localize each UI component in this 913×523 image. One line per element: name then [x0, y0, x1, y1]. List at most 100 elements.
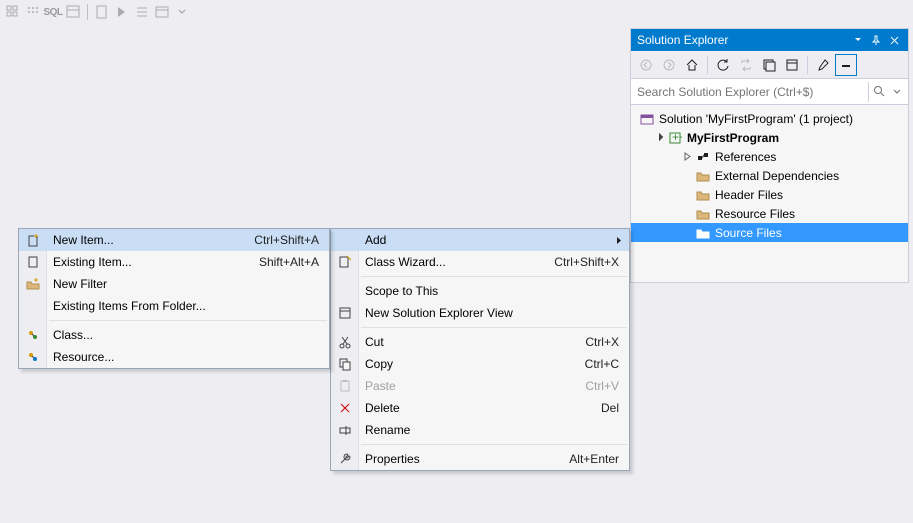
properties-icon[interactable] — [812, 54, 834, 76]
pin-icon[interactable] — [868, 32, 884, 48]
context-menu-main: Add Class Wizard... Ctrl+Shift+X Scope t… — [330, 228, 630, 471]
back-icon[interactable] — [635, 54, 657, 76]
menu-shortcut: Ctrl+X — [585, 335, 619, 349]
menu-label: New Filter — [53, 277, 319, 291]
menu-separator — [361, 327, 627, 328]
menu-shortcut: Ctrl+Shift+X — [554, 255, 619, 269]
tree-label: Source Files — [715, 226, 782, 240]
panel-toolbar — [631, 51, 908, 79]
menu-scope[interactable]: Scope to This — [331, 280, 629, 302]
menu-label: Existing Item... — [53, 255, 239, 269]
menu-label: Cut — [365, 335, 565, 349]
search-input[interactable] — [635, 82, 868, 102]
tree-label: MyFirstProgram — [687, 131, 779, 145]
menu-shortcut: Del — [601, 401, 619, 415]
menu-existing-item[interactable]: Existing Item... Shift+Alt+A — [19, 251, 329, 273]
menu-delete[interactable]: Delete Del — [331, 397, 629, 419]
menu-label: New Item... — [53, 233, 234, 247]
table-icon[interactable] — [64, 3, 82, 21]
context-menu-add: New Item... Ctrl+Shift+A Existing Item..… — [18, 228, 330, 369]
panel-header[interactable]: Solution Explorer — [631, 29, 908, 51]
menu-shortcut: Ctrl+V — [585, 379, 619, 393]
menu-shortcut: Shift+Alt+A — [259, 255, 319, 269]
menu-separator — [49, 320, 327, 321]
panel-search — [631, 79, 908, 105]
references-icon — [695, 149, 711, 165]
grid-icon[interactable] — [4, 3, 22, 21]
menu-label: Rename — [365, 423, 619, 437]
toolbar-separator — [707, 56, 708, 74]
menu-label: Add — [365, 233, 619, 247]
tree-label: References — [715, 150, 776, 164]
sync-icon[interactable] — [735, 54, 757, 76]
menu-label: Properties — [365, 452, 549, 466]
wizard-icon — [335, 252, 355, 272]
list-icon[interactable] — [133, 3, 151, 21]
menu-label: Class Wizard... — [365, 255, 534, 269]
forward-icon[interactable] — [658, 54, 680, 76]
solution-tree: Solution 'MyFirstProgram' (1 project) ++… — [631, 105, 908, 282]
menu-add[interactable]: Add — [331, 229, 629, 251]
window-icon[interactable] — [153, 3, 171, 21]
expand-icon[interactable] — [681, 151, 693, 163]
tree-resfiles[interactable]: Resource Files — [631, 204, 908, 223]
tree-label: Header Files — [715, 188, 783, 202]
menu-copy[interactable]: Copy Ctrl+C — [331, 353, 629, 375]
tree-extdep[interactable]: External Dependencies — [631, 166, 908, 185]
close-icon[interactable] — [886, 32, 902, 48]
preview-icon[interactable] — [835, 54, 857, 76]
tree-source-files[interactable]: Source Files — [631, 223, 908, 242]
new-view-icon — [335, 303, 355, 323]
menu-new-view[interactable]: New Solution Explorer View — [331, 302, 629, 324]
wrench-icon — [335, 449, 355, 469]
refresh-icon[interactable] — [712, 54, 734, 76]
collapse-icon[interactable] — [758, 54, 780, 76]
menu-separator — [361, 276, 627, 277]
menu-rename[interactable]: Rename — [331, 419, 629, 441]
tree-headers[interactable]: Header Files — [631, 185, 908, 204]
menu-separator — [361, 444, 627, 445]
project-icon: ++ — [667, 130, 683, 146]
menu-from-folder[interactable]: Existing Items From Folder... — [19, 295, 329, 317]
sql-button[interactable]: SQL — [44, 3, 62, 21]
menu-shortcut: Ctrl+Shift+A — [254, 233, 319, 247]
panel-title: Solution Explorer — [637, 33, 848, 47]
toolbar-separator — [807, 56, 808, 74]
solution-icon — [639, 111, 655, 127]
paste-icon — [335, 376, 355, 396]
menu-resource[interactable]: Resource... — [19, 346, 329, 368]
search-dropdown-icon[interactable] — [890, 82, 904, 102]
menu-label: Paste — [365, 379, 565, 393]
menu-label: Delete — [365, 401, 581, 415]
folder-icon — [695, 225, 711, 241]
menu-label: Copy — [365, 357, 565, 371]
run-icon[interactable] — [113, 3, 131, 21]
search-icon[interactable] — [868, 82, 890, 102]
tree-project[interactable]: ++ MyFirstProgram — [631, 128, 908, 147]
menu-new-filter[interactable]: New Filter — [19, 273, 329, 295]
menu-label: New Solution Explorer View — [365, 306, 619, 320]
dots-icon[interactable] — [24, 3, 42, 21]
expand-icon[interactable] — [653, 132, 665, 144]
home-icon[interactable] — [681, 54, 703, 76]
tree-label: External Dependencies — [715, 169, 839, 183]
showall-icon[interactable] — [781, 54, 803, 76]
resource-icon — [23, 347, 43, 367]
dropdown-icon[interactable] — [173, 3, 191, 21]
panel-menu-icon[interactable] — [850, 32, 866, 48]
solution-explorer-panel: Solution Explorer Solution 'MyFirstProgr… — [630, 28, 909, 283]
menu-class[interactable]: Class... — [19, 324, 329, 346]
class-icon — [23, 325, 43, 345]
copy-icon — [335, 354, 355, 374]
menu-shortcut: Ctrl+C — [585, 357, 619, 371]
menu-cut[interactable]: Cut Ctrl+X — [331, 331, 629, 353]
menu-class-wizard[interactable]: Class Wizard... Ctrl+Shift+X — [331, 251, 629, 273]
menu-new-item[interactable]: New Item... Ctrl+Shift+A — [19, 229, 329, 251]
menu-paste: Paste Ctrl+V — [331, 375, 629, 397]
script-icon[interactable] — [93, 3, 111, 21]
svg-text:++: ++ — [672, 131, 682, 144]
submenu-arrow-icon — [616, 236, 623, 245]
tree-solution[interactable]: Solution 'MyFirstProgram' (1 project) — [631, 109, 908, 128]
tree-references[interactable]: References — [631, 147, 908, 166]
menu-properties[interactable]: Properties Alt+Enter — [331, 448, 629, 470]
